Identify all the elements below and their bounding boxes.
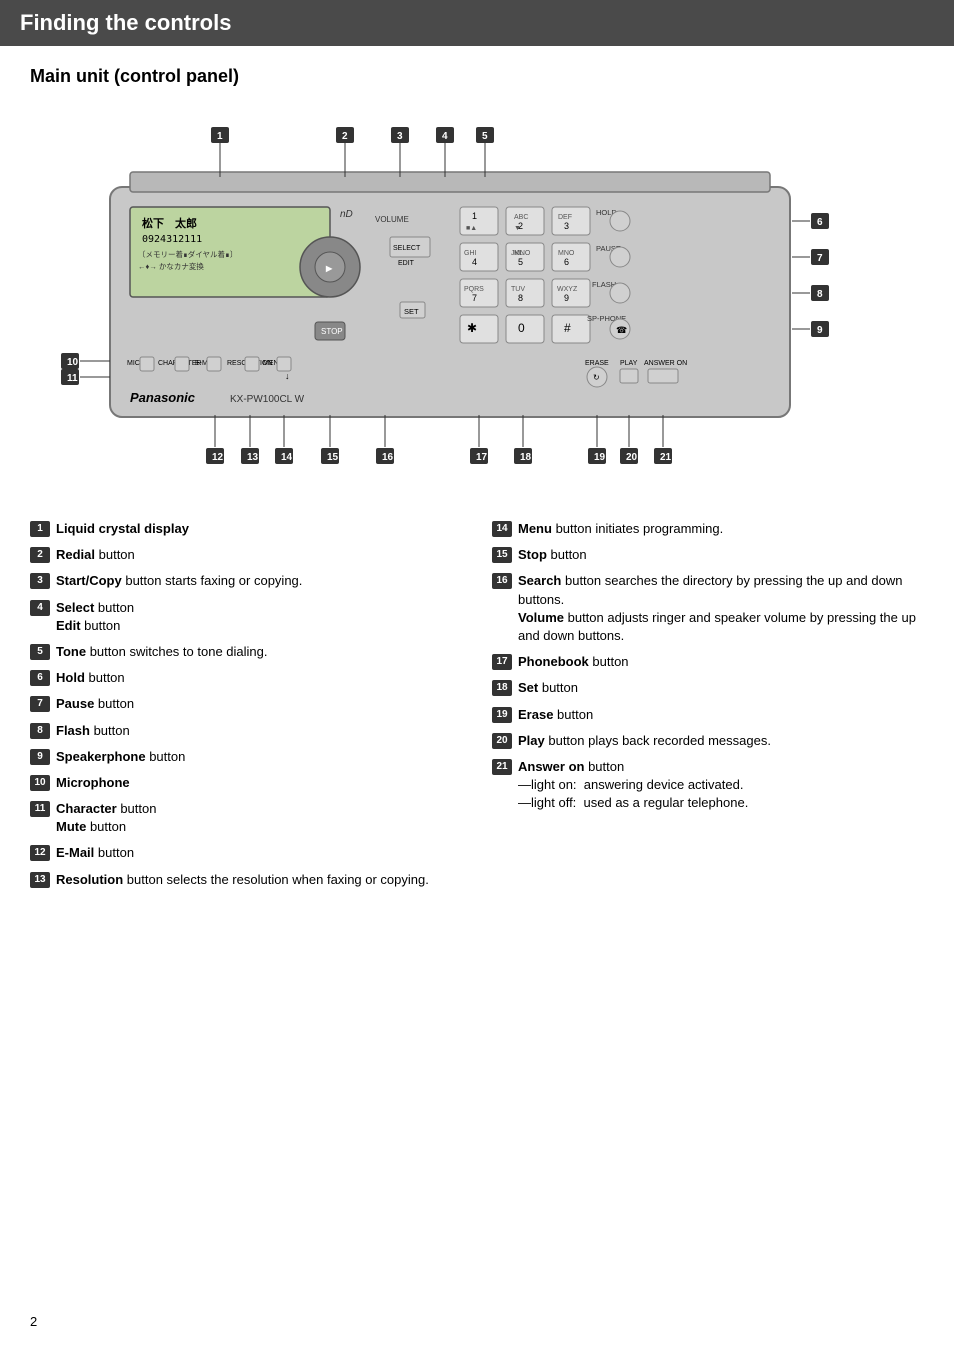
svg-text:12: 12 bbox=[212, 452, 224, 463]
page-header: Finding the controls bbox=[0, 0, 954, 46]
svg-text:8: 8 bbox=[817, 289, 823, 300]
svg-text:5: 5 bbox=[518, 257, 523, 267]
svg-text:7: 7 bbox=[817, 253, 823, 264]
svg-text:nD: nD bbox=[340, 209, 353, 220]
svg-text:10: 10 bbox=[67, 357, 79, 368]
svg-text:21: 21 bbox=[660, 452, 672, 463]
svg-text:3: 3 bbox=[397, 131, 403, 142]
svg-text:1: 1 bbox=[472, 211, 477, 221]
desc-item-12: 12 E-Mail button bbox=[30, 844, 462, 862]
svg-text:0924312111: 0924312111 bbox=[142, 234, 202, 245]
desc-item-18: 18 Set button bbox=[492, 679, 924, 697]
svg-text:MIC: MIC bbox=[127, 360, 140, 367]
description-right-column: 14 Menu button initiates programming. 15… bbox=[492, 520, 924, 897]
svg-text:Panasonic: Panasonic bbox=[130, 390, 196, 405]
svg-text:↻: ↻ bbox=[593, 373, 600, 382]
svg-text:4: 4 bbox=[442, 131, 448, 142]
svg-text:20: 20 bbox=[626, 452, 638, 463]
desc-item-17: 17 Phonebook button bbox=[492, 653, 924, 671]
svg-text:WXYZ: WXYZ bbox=[557, 286, 578, 293]
desc-item-9: 9 Speakerphone button bbox=[30, 748, 462, 766]
desc-item-8: 8 Flash button bbox=[30, 722, 462, 740]
svg-text:ANSWER ON: ANSWER ON bbox=[644, 360, 687, 367]
desc-item-19: 19 Erase button bbox=[492, 706, 924, 724]
desc-item-2: 2 Redial button bbox=[30, 546, 462, 564]
diagram-container: 松下 太郎 0924312111 〔メモリー着∎ダイヤル着∎〕 ←♦→ かなカナ… bbox=[30, 107, 930, 510]
svg-text:松下 太郎: 松下 太郎 bbox=[142, 216, 197, 230]
page-title: Finding the controls bbox=[20, 10, 934, 36]
desc-item-6: 6 Hold button bbox=[30, 669, 462, 687]
svg-text:GHI: GHI bbox=[464, 250, 477, 257]
desc-item-21: 21 Answer on button —light on: answering… bbox=[492, 758, 924, 813]
svg-text:18: 18 bbox=[520, 452, 532, 463]
description-section: 1 Liquid crystal display 2 Redial button… bbox=[30, 520, 924, 897]
svg-text:19: 19 bbox=[594, 452, 606, 463]
svg-text:6: 6 bbox=[564, 257, 569, 267]
desc-item-14: 14 Menu button initiates programming. bbox=[492, 520, 924, 538]
desc-item-1: 1 Liquid crystal display bbox=[30, 520, 462, 538]
svg-text:EDIT: EDIT bbox=[398, 260, 415, 267]
svg-text:SET: SET bbox=[404, 307, 419, 316]
svg-text:17: 17 bbox=[476, 452, 488, 463]
desc-item-16: 16 Search button searches the directory … bbox=[492, 572, 924, 645]
svg-text:■▲: ■▲ bbox=[466, 225, 477, 232]
svg-text:5: 5 bbox=[482, 131, 488, 142]
svg-text:SELECT: SELECT bbox=[393, 245, 421, 252]
svg-text:11: 11 bbox=[67, 373, 78, 384]
svg-text:16: 16 bbox=[382, 452, 394, 463]
svg-text:✱: ✱ bbox=[467, 321, 477, 335]
svg-text:9: 9 bbox=[817, 325, 823, 336]
svg-text:ERASE: ERASE bbox=[585, 360, 609, 367]
svg-text:0: 0 bbox=[518, 321, 525, 335]
svg-text:☎: ☎ bbox=[616, 325, 627, 335]
svg-text:MNO: MNO bbox=[558, 250, 575, 257]
desc-item-4: 4 Select button Edit button bbox=[30, 599, 462, 635]
desc-item-5: 5 Tone button switches to tone dialing. bbox=[30, 643, 462, 661]
svg-text:6: 6 bbox=[817, 217, 823, 228]
svg-text:←♦→ かなカナ変換: ←♦→ かなカナ変換 bbox=[138, 261, 204, 271]
svg-text:PQRS: PQRS bbox=[464, 286, 484, 293]
svg-text:#: # bbox=[564, 321, 571, 335]
svg-text:▼: ▼ bbox=[514, 225, 521, 232]
desc-item-10: 10 Microphone bbox=[30, 774, 462, 792]
svg-text:DEF: DEF bbox=[558, 214, 572, 221]
desc-item-15: 15 Stop button bbox=[492, 546, 924, 564]
svg-text:13: 13 bbox=[247, 452, 259, 463]
desc-item-7: 7 Pause button bbox=[30, 695, 462, 713]
svg-text:3: 3 bbox=[564, 221, 569, 231]
svg-text:TUV: TUV bbox=[511, 286, 525, 293]
svg-text:9: 9 bbox=[564, 293, 569, 303]
svg-text:8: 8 bbox=[518, 293, 523, 303]
svg-text:STOP: STOP bbox=[321, 327, 343, 336]
section-title: Main unit (control panel) bbox=[30, 66, 924, 87]
description-left-column: 1 Liquid crystal display 2 Redial button… bbox=[30, 520, 462, 897]
svg-text:▶: ▶ bbox=[325, 264, 333, 273]
page-number: 2 bbox=[30, 1314, 37, 1329]
svg-text:PLAY: PLAY bbox=[620, 360, 638, 367]
svg-text:ABC: ABC bbox=[514, 214, 528, 221]
svg-text:↓: ↓ bbox=[285, 371, 290, 381]
svg-text:KX-PW100CL W: KX-PW100CL W bbox=[230, 394, 305, 405]
svg-text:4: 4 bbox=[472, 257, 477, 267]
svg-text:VOLUME: VOLUME bbox=[375, 215, 409, 224]
svg-text:1: 1 bbox=[217, 131, 223, 142]
desc-item-3: 3 Start/Copy button starts faxing or cop… bbox=[30, 572, 462, 590]
desc-item-11: 11 Character button Mute button bbox=[30, 800, 462, 836]
svg-text:MNO: MNO bbox=[514, 250, 531, 257]
desc-item-20: 20 Play button plays back recorded messa… bbox=[492, 732, 924, 750]
svg-text:7: 7 bbox=[472, 293, 477, 303]
svg-text:〔メモリー着∎ダイヤル着∎〕: 〔メモリー着∎ダイヤル着∎〕 bbox=[138, 249, 237, 259]
control-panel-diagram: 松下 太郎 0924312111 〔メモリー着∎ダイヤル着∎〕 ←♦→ かなカナ… bbox=[30, 107, 930, 507]
desc-item-13: 13 Resolution button selects the resolut… bbox=[30, 871, 462, 889]
svg-text:14: 14 bbox=[281, 452, 293, 463]
svg-text:2: 2 bbox=[342, 131, 348, 142]
svg-text:15: 15 bbox=[327, 452, 339, 463]
